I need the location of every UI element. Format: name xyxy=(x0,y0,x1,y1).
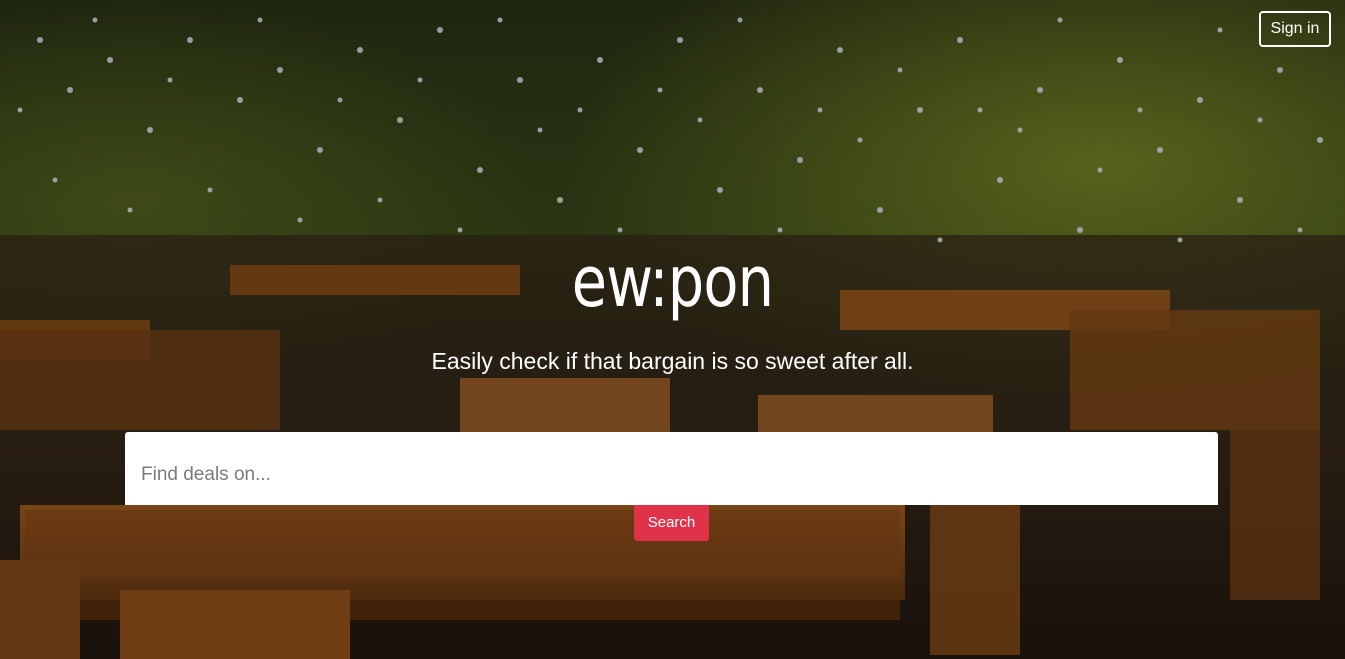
hero-section: Sign in ew:pon Easily check if that barg… xyxy=(0,0,1345,659)
site-logo: ew:pon xyxy=(571,241,774,323)
sign-in-button[interactable]: Sign in xyxy=(1259,11,1331,47)
search-input[interactable] xyxy=(125,432,1218,505)
search-button[interactable]: Search xyxy=(634,505,709,541)
hero-tagline: Easily check if that bargain is so sweet… xyxy=(431,348,914,374)
background-overlay xyxy=(0,0,1345,659)
